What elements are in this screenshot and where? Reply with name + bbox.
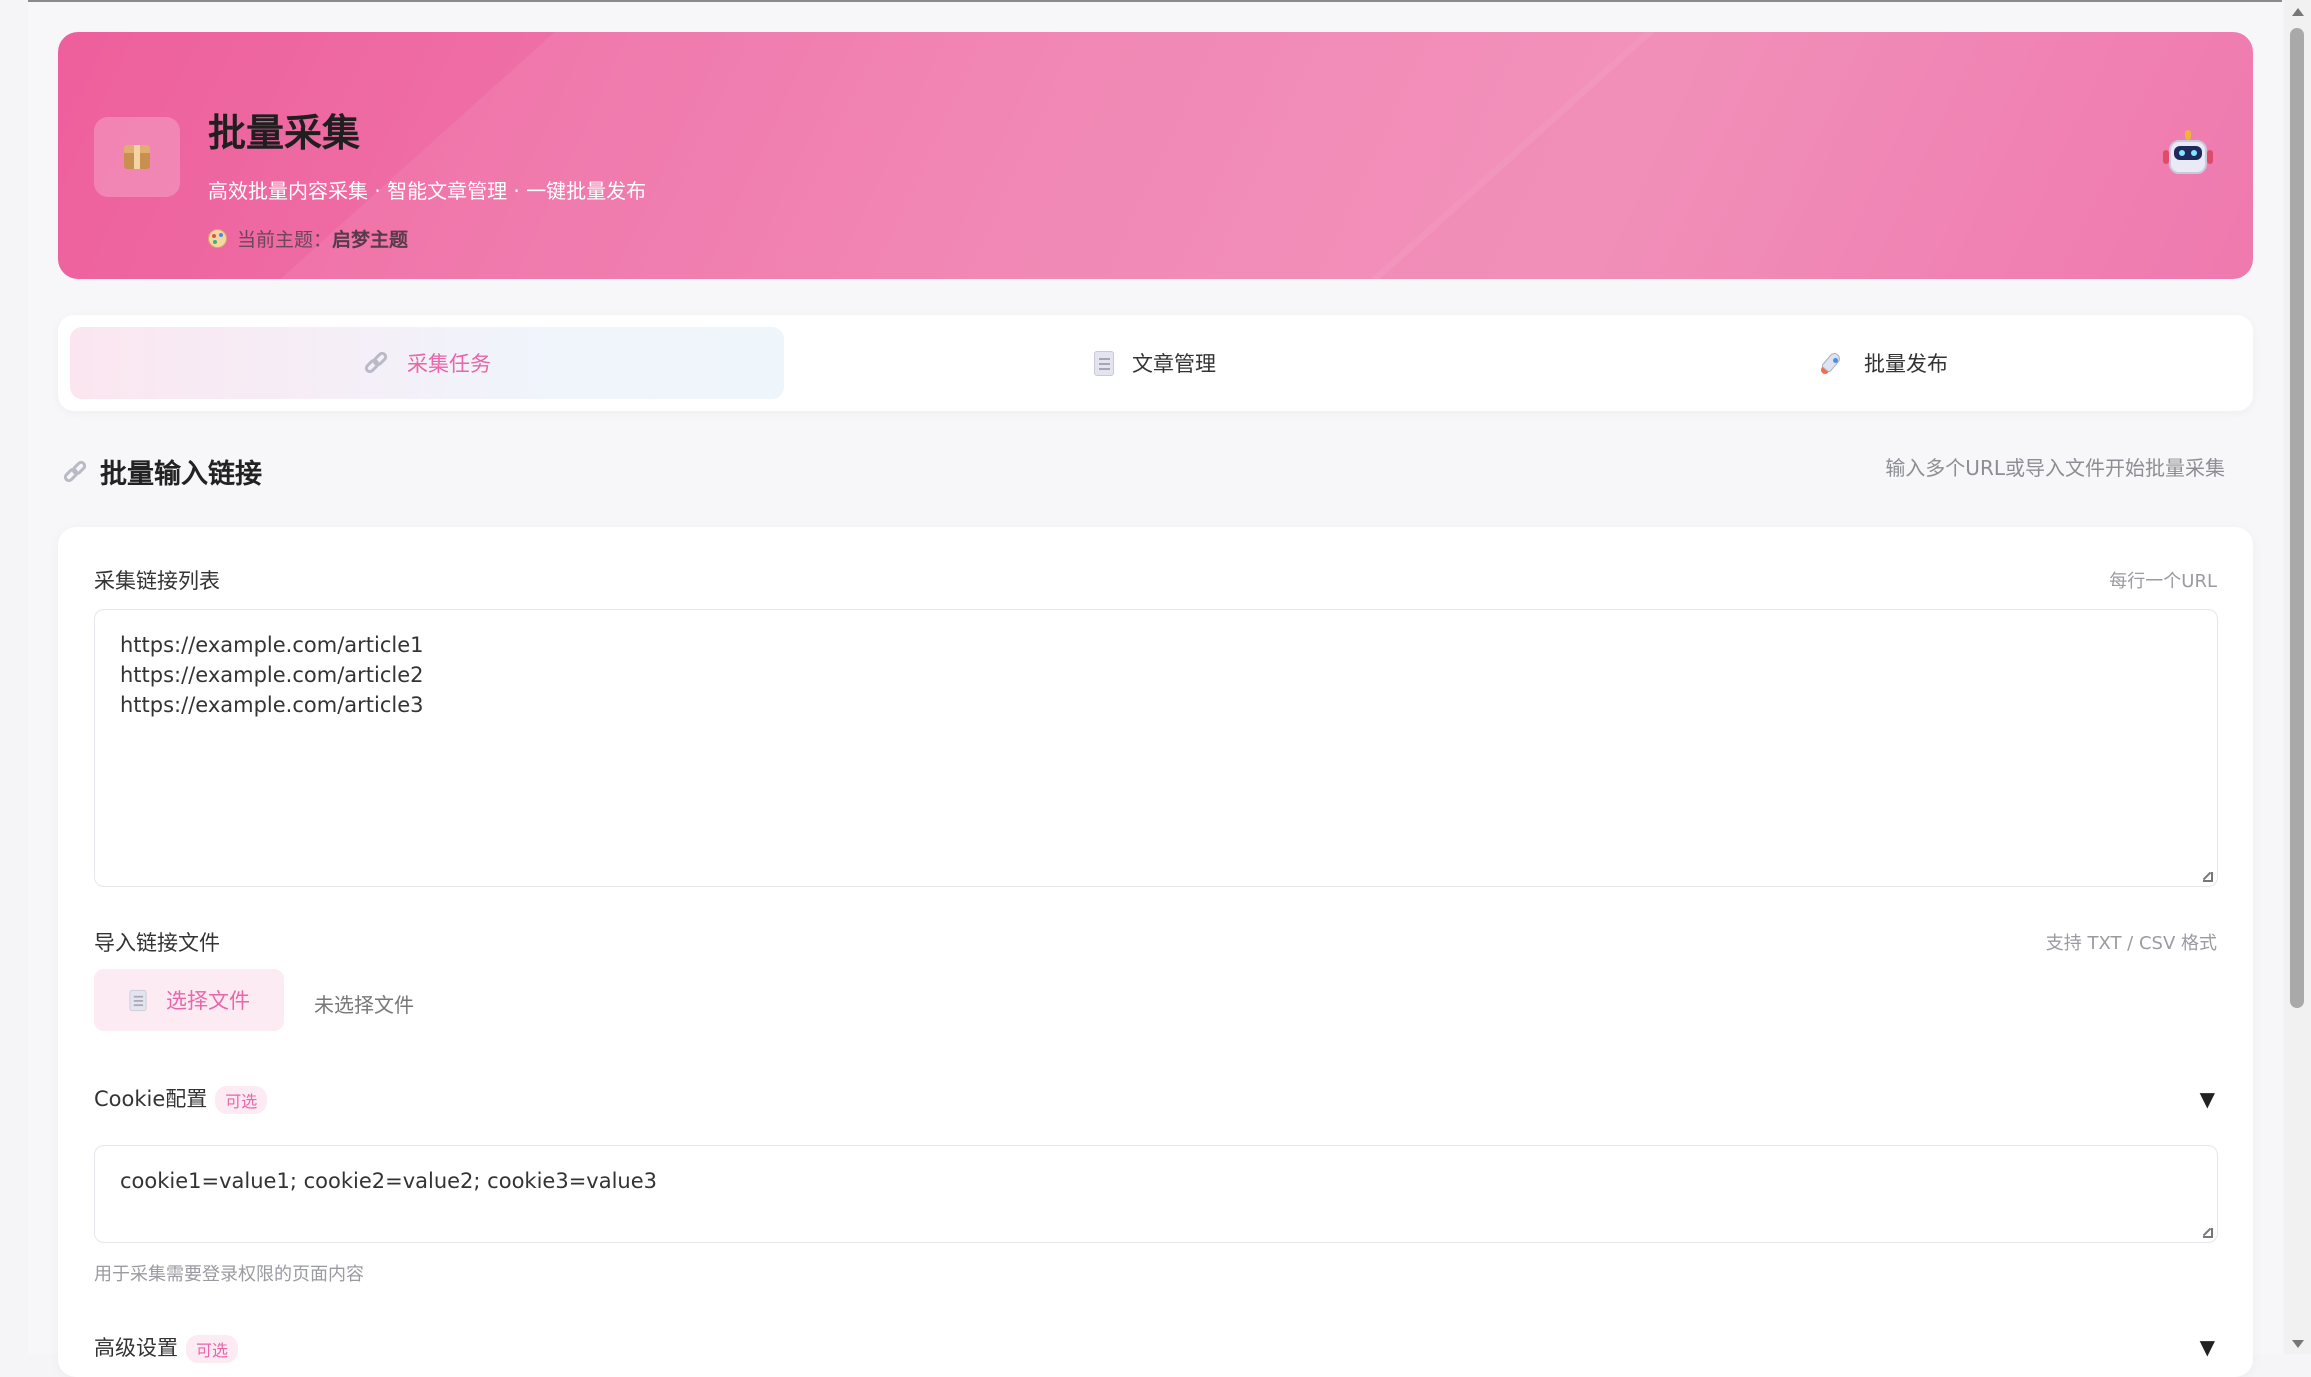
optional-badge: 可选 [215, 1086, 268, 1114]
tab-batch-publish[interactable]: 批量发布 [1526, 327, 2240, 399]
cookie-textarea[interactable]: cookie1=value1; cookie2=value2; cookie3=… [94, 1145, 2218, 1243]
url-line: https://example.com/article3 [120, 693, 424, 717]
section-title: 批量输入链接 [100, 459, 262, 490]
tab-bar: 采集任务 文章管理 批量发布 [58, 315, 2253, 411]
chevron-down-icon[interactable]: ▼ [2200, 1335, 2215, 1359]
palette-icon [208, 229, 227, 248]
import-label: 导入链接文件 [94, 931, 220, 955]
tab-label: 批量发布 [1864, 352, 1948, 376]
resize-handle[interactable] [2203, 1228, 2213, 1238]
batch-input-card: 采集链接列表 每行一个URL https://example.com/artic… [58, 527, 2253, 1377]
cookie-value: cookie1=value1; cookie2=value2; cookie3=… [120, 1169, 658, 1193]
tab-label: 采集任务 [407, 352, 491, 376]
header-banner: 批量采集 高效批量内容采集 · 智能文章管理 · 一键批量发布 当前主题： 启梦… [58, 32, 2253, 279]
cookie-help-text: 用于采集需要登录权限的页面内容 [94, 1264, 364, 1285]
no-file-text: 未选择文件 [314, 993, 414, 1017]
url-line: https://example.com/article1 [120, 633, 424, 657]
section-hint: 输入多个URL或导入文件开始批量采集 [1885, 456, 2225, 480]
page: 批量采集 高效批量内容采集 · 智能文章管理 · 一键批量发布 当前主题： 启梦… [28, 0, 2282, 1377]
cookie-label: Cookie配置 [94, 1087, 208, 1111]
choose-file-button[interactable]: 选择文件 [94, 969, 284, 1031]
optional-badge: 可选 [186, 1335, 239, 1363]
vertical-scrollbar[interactable] [2284, 0, 2311, 1354]
scroll-up-arrow[interactable] [2292, 8, 2304, 16]
document-icon [129, 989, 147, 1011]
package-icon [124, 145, 150, 169]
theme-label: 当前主题： [237, 229, 333, 251]
scroll-down-arrow[interactable] [2292, 1340, 2304, 1348]
resize-handle[interactable] [2203, 872, 2213, 882]
tab-article-management[interactable]: 文章管理 [798, 327, 1512, 399]
tab-label: 文章管理 [1132, 352, 1216, 376]
document-icon [1094, 350, 1114, 376]
chevron-down-icon[interactable]: ▼ [2200, 1087, 2215, 1111]
cookie-section-toggle[interactable]: Cookie配置 可选 [94, 1083, 268, 1114]
page-subtitle: 高效批量内容采集 · 智能文章管理 · 一键批量发布 [208, 179, 647, 203]
page-title: 批量采集 [208, 111, 361, 155]
section-header: 批量输入链接 [61, 452, 262, 491]
scrollbar-thumb[interactable] [2290, 28, 2304, 1008]
theme-name: 启梦主题 [332, 229, 409, 251]
rocket-icon [1818, 349, 1846, 377]
import-hint: 支持 TXT / CSV 格式 [2045, 933, 2217, 954]
urls-hint: 每行一个URL [2109, 571, 2217, 592]
current-theme: 当前主题： 启梦主题 [208, 225, 408, 252]
advanced-label: 高级设置 [94, 1336, 178, 1360]
choose-file-label: 选择文件 [166, 989, 250, 1013]
robot-icon[interactable] [2163, 130, 2213, 180]
tab-collect-task[interactable]: 采集任务 [70, 327, 784, 399]
link-icon [362, 349, 390, 376]
link-icon [61, 458, 89, 485]
url-line: https://example.com/article2 [120, 663, 424, 687]
urls-label: 采集链接列表 [94, 569, 220, 593]
header-icon-box [94, 117, 180, 197]
urls-textarea[interactable]: https://example.com/article1 https://exa… [94, 609, 2218, 887]
advanced-section-toggle[interactable]: 高级设置 可选 [94, 1332, 239, 1363]
